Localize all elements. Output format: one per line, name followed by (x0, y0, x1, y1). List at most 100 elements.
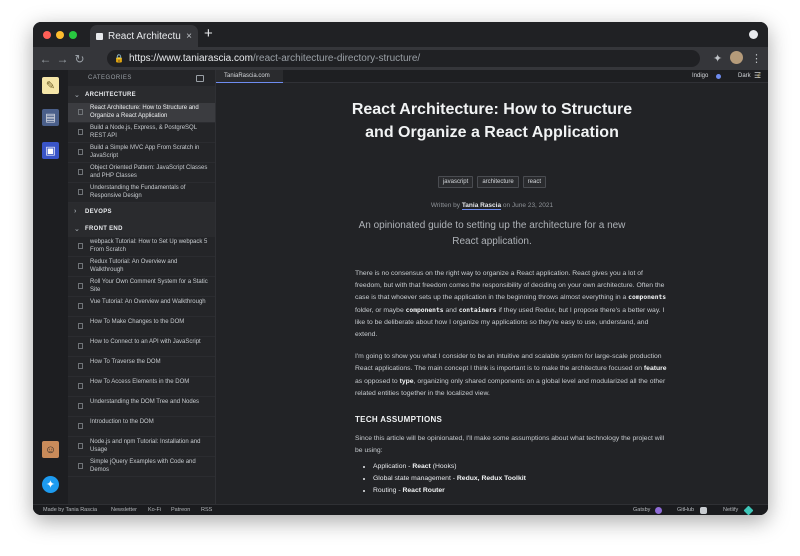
sidebar-item[interactable]: How To Traverse the DOM (68, 357, 215, 377)
tag-list: javascript architecture react (216, 176, 768, 188)
group-front-end[interactable]: ⌄ FRONT END (68, 220, 215, 237)
sidebar-item-label: Vue Tutorial: An Overview and Walkthroug… (90, 299, 206, 305)
group-architecture[interactable]: ⌄ ARCHITECTURE (68, 86, 215, 103)
document-icon (78, 403, 83, 409)
maximize-window-button[interactable] (69, 31, 77, 39)
lock-icon: 🔒 (114, 54, 124, 63)
forward-icon[interactable]: → (54, 52, 71, 66)
browser-tab[interactable]: React Architecture: How to Structure × (90, 25, 198, 47)
url-text: https://www.taniarascia.com/react-archit… (129, 53, 420, 64)
web-page: ✎ ▤ ▣ ☺ ✦ CATEGORIES ⌄ ARCHITECTURE Reac… (33, 70, 768, 515)
new-tab-button[interactable]: + (204, 26, 213, 42)
theme-color-dot-icon[interactable] (716, 74, 721, 79)
document-icon (78, 383, 83, 389)
sidebar-item[interactable]: Object Oriented Pattern: JavaScript Clas… (68, 163, 215, 183)
document-icon (78, 263, 83, 269)
dark-mode-toggle[interactable]: Dark (738, 70, 751, 83)
text-run: as opposed to (355, 377, 398, 385)
sidebar-item[interactable]: Redux Tutorial: An Overview and Walkthro… (68, 257, 215, 277)
categories-sidebar: CATEGORIES ⌄ ARCHITECTURE React Architec… (68, 70, 216, 504)
tab-title: React Architecture: How to Structure (108, 30, 181, 42)
sidebar-item[interactable]: Roll Your Own Comment System for a Stati… (68, 277, 215, 297)
tag-javascript[interactable]: javascript (437, 176, 474, 188)
sidebar-item-label: Build a Simple MVC App From Scratch in J… (90, 145, 200, 159)
author-link[interactable]: Tania Rascia (461, 202, 502, 210)
icon-rail: ✎ ▤ ▣ ☺ ✦ (33, 70, 68, 515)
document-icon (78, 463, 83, 469)
sidebar-item[interactable]: Simple jQuery Examples with Code and Dem… (68, 457, 215, 477)
byline: Written by Tania Rascia on June 23, 2021 (216, 202, 768, 210)
collapse-all-icon[interactable] (196, 74, 204, 82)
sidebar-item-label: Roll Your Own Comment System for a Stati… (90, 279, 208, 293)
back-icon[interactable]: ← (37, 52, 54, 66)
netlify-icon (743, 505, 754, 515)
group-label: ARCHITECTURE (85, 91, 136, 98)
tab-close-icon[interactable]: × (186, 31, 192, 42)
twitter-icon[interactable]: ✦ (42, 476, 59, 493)
chevron-down-icon: ⌄ (74, 225, 81, 233)
chevron-down-icon: ⌄ (74, 91, 81, 99)
article-content: React Architecture: How to Structure and… (216, 83, 768, 504)
document-icon (78, 169, 83, 175)
sidebar-item[interactable]: Introduction to the DOM (68, 417, 215, 437)
sidebar-item[interactable]: Vue Tutorial: An Overview and Walkthroug… (68, 297, 215, 317)
document-icon (78, 363, 83, 369)
group-devops[interactable]: › DEVOPS (68, 203, 215, 220)
section-heading: TECH ASSUMPTIONS (355, 415, 443, 425)
document-icon (78, 303, 83, 309)
hamburger-menu-icon[interactable]: ☰ (754, 71, 761, 80)
sidebar-item[interactable]: React Architecture: How to Structure and… (68, 103, 215, 123)
document-icon (78, 443, 83, 449)
theme-color-label[interactable]: Indigo (692, 70, 708, 83)
address-bar[interactable]: 🔒 https://www.taniarascia.com/react-arch… (107, 50, 700, 67)
netlify-link[interactable]: Netlify (723, 505, 738, 515)
blog-window-icon[interactable]: ▤ (42, 109, 59, 126)
reload-icon[interactable]: ↻ (71, 52, 88, 66)
notepad-icon[interactable]: ✎ (42, 77, 59, 94)
sidebar-item-label: Redux Tutorial: An Overview and Walkthro… (90, 259, 178, 273)
gatsby-link[interactable]: Gatsby (633, 505, 650, 515)
tag-react[interactable]: react (522, 176, 547, 188)
sidebar-item[interactable]: Node.js and npm Tutorial: Installation a… (68, 437, 215, 457)
page-footer: Made by Tania Rascia Newsletter Ko-Fi Pa… (33, 504, 768, 515)
tech-list: Application - React (Hooks) Global state… (355, 461, 669, 497)
sidebar-item[interactable]: Understanding the Fundamentals of Respon… (68, 183, 215, 203)
footer-link-patreon[interactable]: Patreon (171, 505, 190, 515)
minimize-window-button[interactable] (56, 31, 64, 39)
browser-menu-icon[interactable]: ⋮ (751, 52, 762, 65)
tab-search-icon[interactable] (749, 30, 758, 39)
list-value: React Router (402, 487, 445, 495)
text-run: and (445, 306, 457, 314)
avatar-icon[interactable]: ☺ (42, 441, 59, 458)
text-run: folder, or maybe (355, 306, 404, 314)
extensions-icon[interactable]: ✦ (713, 52, 722, 65)
sidebar-item[interactable]: How To Access Elements in the DOM (68, 377, 215, 397)
list-extra: , Redux Toolkit (477, 475, 526, 483)
sidebar-item[interactable]: webpack Tutorial: How to Set Up webpack … (68, 237, 215, 257)
paragraph: There is no consensus on the right way t… (355, 268, 669, 341)
sidebar-header: CATEGORIES (68, 70, 215, 86)
site-tab[interactable]: TaniaRascia.com (216, 70, 283, 83)
sidebar-item[interactable]: Understanding the DOM Tree and Nodes (68, 397, 215, 417)
url-domain: https://www.taniarascia.com (128, 53, 253, 64)
title-line: React Architecture: How to Structure (351, 101, 633, 118)
sidebar-item[interactable]: Build a Node.js, Express, & PostgreSQL R… (68, 123, 215, 143)
footer-link-kofi[interactable]: Ko-Fi (148, 505, 161, 515)
footer-link-rss[interactable]: RSS (201, 505, 212, 515)
sidebar-item[interactable]: Build a Simple MVC App From Scratch in J… (68, 143, 215, 163)
group-label: FRONT END (85, 225, 123, 232)
close-window-button[interactable] (43, 31, 51, 39)
footer-link-newsletter[interactable]: Newsletter (111, 505, 137, 515)
github-link[interactable]: GitHub (677, 505, 694, 515)
floppy-disk-icon[interactable]: ▣ (42, 142, 59, 159)
sidebar-item[interactable]: How to Connect to an API with JavaScript (68, 337, 215, 357)
profile-avatar[interactable] (730, 51, 743, 64)
tag-architecture[interactable]: architecture (477, 176, 519, 188)
sidebar-item[interactable]: How To Make Changes to the DOM (68, 317, 215, 337)
sidebar-item-label: How To Access Elements in the DOM (90, 379, 190, 385)
sidebar-item-label: How to Connect to an API with JavaScript (90, 339, 201, 345)
document-icon (78, 109, 83, 115)
page-topbar: TaniaRascia.com Indigo Dark ☾ ☰ (216, 70, 768, 83)
list-item: Routing - React Router (373, 485, 669, 497)
inline-code: containers (458, 306, 497, 314)
